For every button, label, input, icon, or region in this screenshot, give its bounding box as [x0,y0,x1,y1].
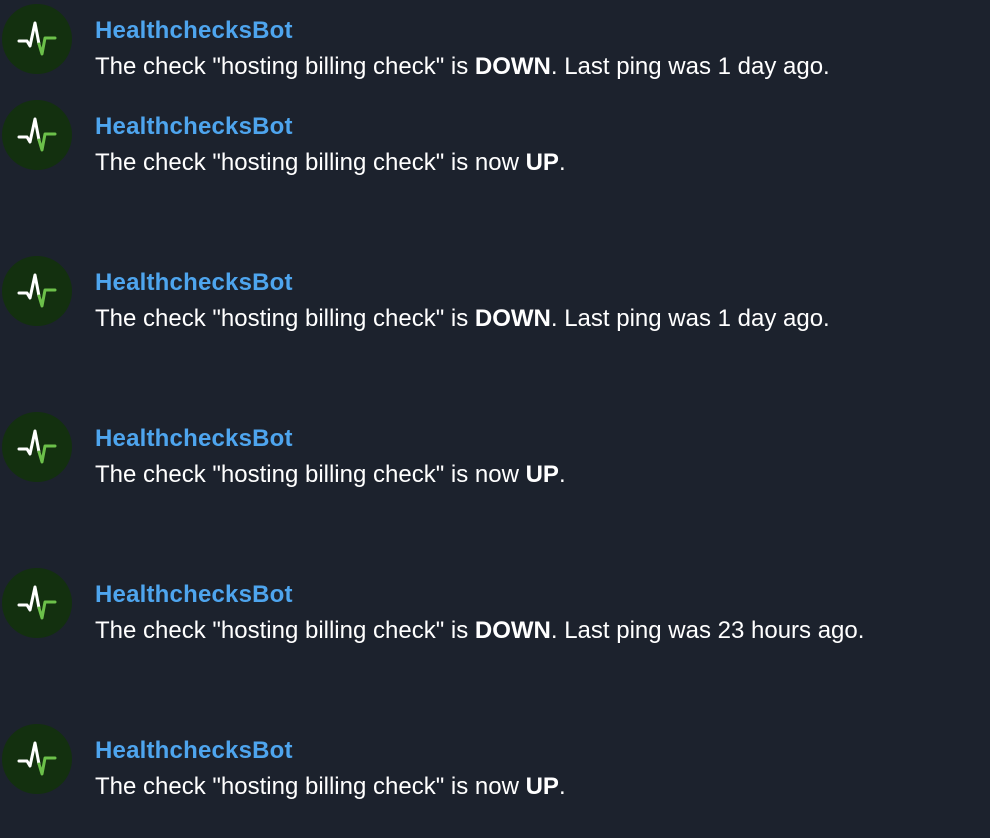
pulse-icon [17,21,57,56]
chat-message: HealthchecksBot The check "hosting billi… [0,96,990,176]
sender-name[interactable]: HealthchecksBot [95,580,293,610]
sender-name[interactable]: HealthchecksBot [95,736,293,766]
bot-avatar[interactable] [2,412,72,482]
pulse-icon [17,429,57,464]
chat-message: HealthchecksBot The check "hosting billi… [0,0,990,80]
status-up: UP [525,461,559,488]
sender-name[interactable]: HealthchecksBot [95,112,293,142]
sender-name[interactable]: HealthchecksBot [95,268,293,298]
status-up: UP [525,149,559,176]
bot-avatar[interactable] [2,568,72,638]
pulse-icon [17,741,57,776]
message-text: The check "hosting billing check" is DOW… [95,53,830,80]
message-text: The check "hosting billing check" is DOW… [95,617,865,644]
chat-message: HealthchecksBot The check "hosting billi… [0,252,990,332]
chat-message: HealthchecksBot The check "hosting billi… [0,564,990,644]
sender-name[interactable]: HealthchecksBot [95,16,293,46]
status-down: DOWN [474,53,551,80]
message-text: The check "hosting billing check" is now… [95,773,566,800]
message-text: The check "hosting billing check" is DOW… [95,305,830,332]
sender-name[interactable]: HealthchecksBot [95,424,293,454]
message-text: The check "hosting billing check" is now… [95,149,566,176]
bot-avatar[interactable] [2,724,72,794]
status-down: DOWN [474,617,551,644]
pulse-icon [17,585,57,620]
pulse-icon [17,117,57,152]
chat-message: HealthchecksBot The check "hosting billi… [0,720,990,800]
bot-avatar[interactable] [2,100,72,170]
pulse-icon [17,273,57,308]
status-down: DOWN [474,305,551,332]
bot-avatar[interactable] [2,256,72,326]
status-up: UP [525,773,559,800]
bot-avatar[interactable] [2,4,72,74]
message-text: The check "hosting billing check" is now… [95,461,566,488]
chat-message: HealthchecksBot The check "hosting billi… [0,408,990,488]
